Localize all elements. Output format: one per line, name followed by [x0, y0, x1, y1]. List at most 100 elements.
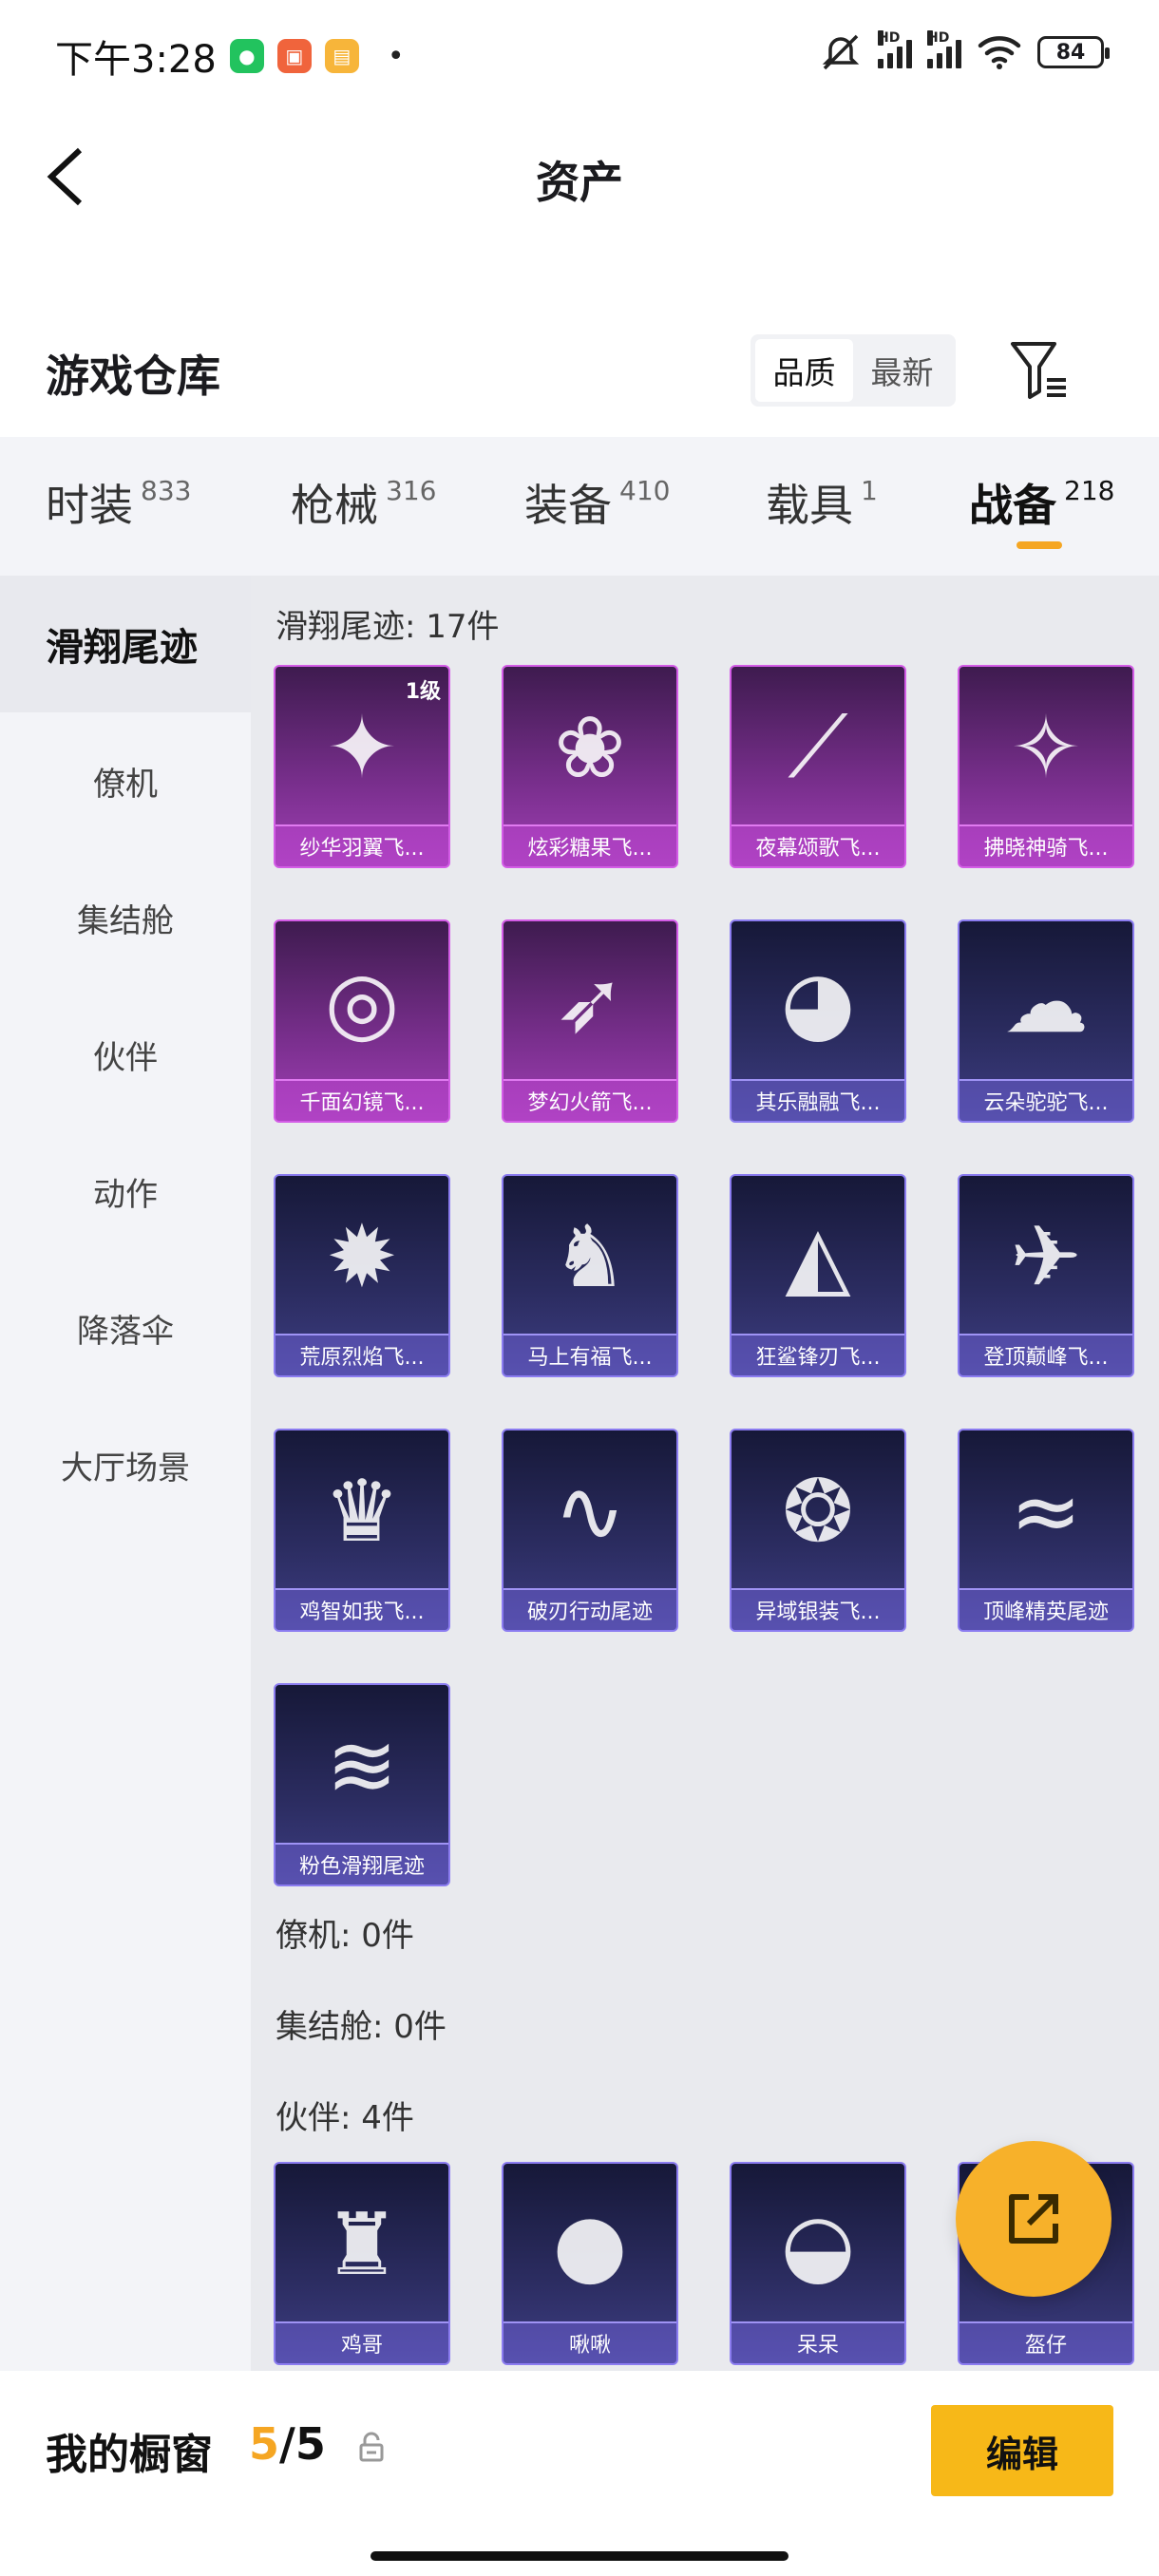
item-card[interactable]: ♛ 鸡智如我飞... — [274, 1429, 450, 1632]
item-card[interactable]: ✦ 1级 纱华羽翼飞... — [274, 665, 450, 868]
notes-icon: ▤ — [324, 39, 359, 73]
sidebar-item-emote[interactable]: 动作 — [0, 1123, 251, 1260]
item-name: 啾啾 — [504, 2321, 676, 2363]
item-card[interactable]: ≋ 粉色滑翔尾迹 — [274, 1683, 450, 1886]
active-tab-indicator — [1016, 541, 1062, 549]
warehouse-row: 游戏仓库 品质 最新 — [0, 313, 1159, 427]
page-title: 资产 — [536, 157, 623, 208]
tab-firearms[interactable]: 枪械 316 — [291, 471, 436, 534]
tab-equipment[interactable]: 装备 410 — [524, 471, 670, 534]
sort-newest-option[interactable]: 最新 — [853, 339, 951, 402]
signal-1-icon: HD — [878, 30, 912, 68]
showcase-separator: / — [279, 2418, 295, 2470]
battery-icon: 84 — [1037, 36, 1110, 68]
rainbow-trail-icon: ∿ — [554, 1461, 626, 1562]
rocket-icon: ➶ — [554, 952, 626, 1052]
chick-icon: ◒ — [780, 2194, 856, 2295]
item-card[interactable]: ● 啾啾 — [502, 2162, 678, 2365]
item-card[interactable]: ♜ 鸡哥 — [274, 2162, 450, 2365]
item-card[interactable]: ∿ 破刃行动尾迹 — [502, 1429, 678, 1632]
tab-fashion[interactable]: 时装 833 — [46, 471, 191, 534]
item-card[interactable]: ❂ 异域银装飞... — [730, 1429, 906, 1632]
sidebar-item-partner[interactable]: 伙伴 — [0, 986, 251, 1123]
item-name: 炫彩糖果飞... — [504, 824, 676, 866]
category-tabs: 时装 833 枪械 316 装备 410 载具 1 战备 218 — [0, 437, 1159, 576]
signal-2-icon: HD — [927, 30, 961, 68]
battery-level: 84 — [1055, 40, 1086, 65]
section-title-glide-trail: 滑翔尾迹: 17件 — [276, 608, 500, 646]
item-card[interactable]: ☁ 云朵驼驼飞... — [958, 919, 1134, 1123]
dragon-icon: ❂ — [782, 1461, 854, 1562]
sidebar-item-wingman[interactable]: 僚机 — [0, 712, 251, 849]
flame-guitar-icon: ✹ — [326, 1206, 398, 1307]
item-name: 梦幻火箭飞... — [504, 1079, 676, 1121]
tab-count: 1 — [861, 475, 878, 506]
item-card[interactable]: ≈ 顶峰精英尾迹 — [958, 1429, 1134, 1632]
item-name: 拂晓神骑飞... — [960, 824, 1132, 866]
shopping-bag-icon: ▣ — [276, 39, 312, 73]
home-indicator — [370, 2551, 788, 2561]
section-title-partner: 伙伴: 4件 — [276, 2099, 414, 2137]
item-name: 纱华羽翼飞... — [276, 824, 448, 866]
sort-quality-option[interactable]: 品质 — [755, 339, 853, 402]
network-type-label: HD — [927, 30, 950, 46]
muted-bell-icon — [822, 34, 860, 70]
sidebar-item-assembly-pod[interactable]: 集结舱 — [0, 849, 251, 986]
tab-combat-gear[interactable]: 战备 218 — [969, 471, 1114, 534]
tab-label: 装备 — [524, 480, 612, 531]
lock-icon — [359, 2432, 384, 2462]
mount-icon: ✧ — [1010, 697, 1082, 798]
item-name: 破刃行动尾迹 — [504, 1588, 676, 1630]
item-card[interactable]: ✹ 荒原烈焰飞... — [274, 1174, 450, 1377]
item-name: 云朵驼驼飞... — [960, 1079, 1132, 1121]
section-title-assembly-pod: 集结舱: 0件 — [276, 2008, 446, 2046]
item-card[interactable]: ⟋ 夜幕颂歌飞... — [730, 665, 906, 868]
tab-count: 218 — [1064, 475, 1115, 506]
spear-icon: ⟋ — [788, 697, 848, 797]
item-name: 狂鲨锋刃飞... — [732, 1334, 904, 1375]
wifi-icon — [978, 36, 1021, 69]
item-name: 荒原烈焰飞... — [276, 1334, 448, 1375]
sidebar-item-parachute[interactable]: 降落伞 — [0, 1260, 251, 1396]
ufo-icon: ◎ — [324, 952, 400, 1052]
item-content: 滑翔尾迹: 17件 ✦ 1级 纱华羽翼飞... ❀ 炫彩糖果飞... ⟋ 夜幕颂歌飞... ✧… — [251, 576, 1159, 2371]
item-card[interactable]: ➶ 梦幻火箭飞... — [502, 919, 678, 1123]
sidebar-item-lobby-scene[interactable]: 大厅场景 — [0, 1396, 251, 1533]
notification-dot-icon: • — [387, 39, 405, 73]
tab-label: 枪械 — [291, 480, 378, 531]
status-bar: 下午3:28 ● ▣ ▤ • HD HD 84 — [0, 0, 1159, 112]
item-card[interactable]: ❀ 炫彩糖果飞... — [502, 665, 678, 868]
share-icon — [1009, 2194, 1058, 2244]
rooster-icon: ♜ — [323, 2194, 401, 2295]
item-name: 顶峰精英尾迹 — [960, 1588, 1132, 1630]
tab-count: 316 — [386, 475, 437, 506]
sidebar-item-glide-trail[interactable]: 滑翔尾迹 — [0, 576, 251, 712]
tab-vehicles[interactable]: 载具 1 — [766, 471, 878, 534]
penguin-icon: ◕ — [780, 952, 856, 1052]
item-name: 粉色滑翔尾迹 — [276, 1843, 448, 1885]
item-name: 夜幕颂歌飞... — [732, 824, 904, 866]
item-name: 鸡智如我飞... — [276, 1588, 448, 1630]
item-card[interactable]: ◎ 千面幻镜飞... — [274, 919, 450, 1123]
candy-icon: ❀ — [554, 697, 626, 798]
item-card[interactable]: ♞ 马上有福飞... — [502, 1174, 678, 1377]
showcase-current: 5 — [249, 2418, 280, 2470]
item-name: 马上有福飞... — [504, 1334, 676, 1375]
item-card[interactable]: ✧ 拂晓神骑飞... — [958, 665, 1134, 868]
pink-bird-icon: ● — [552, 2194, 628, 2295]
filter-icon[interactable] — [1007, 336, 1070, 405]
item-card[interactable]: ✈ 登顶巅峰飞... — [958, 1174, 1134, 1377]
jet-icon: ✈ — [1010, 1206, 1082, 1307]
warehouse-title: 游戏仓库 — [46, 350, 220, 402]
item-card[interactable]: ◒ 呆呆 — [730, 2162, 906, 2365]
wechat-icon: ● — [229, 39, 264, 73]
item-card[interactable]: ◕ 其乐融融飞... — [730, 919, 906, 1123]
edit-button[interactable]: 编辑 — [931, 2405, 1113, 2496]
item-card[interactable]: ◭ 狂鲨锋刃飞... — [730, 1174, 906, 1377]
item-name: 呆呆 — [732, 2321, 904, 2363]
sort-toggle: 品质 最新 — [750, 334, 956, 407]
pink-trail-icon: ≋ — [326, 1715, 398, 1816]
sidebar: 滑翔尾迹 僚机 集结舱 伙伴 动作 降落伞 大厅场景 — [0, 576, 251, 2371]
share-button[interactable] — [956, 2141, 1112, 2297]
showcase-count: 5/5 — [249, 2418, 326, 2470]
